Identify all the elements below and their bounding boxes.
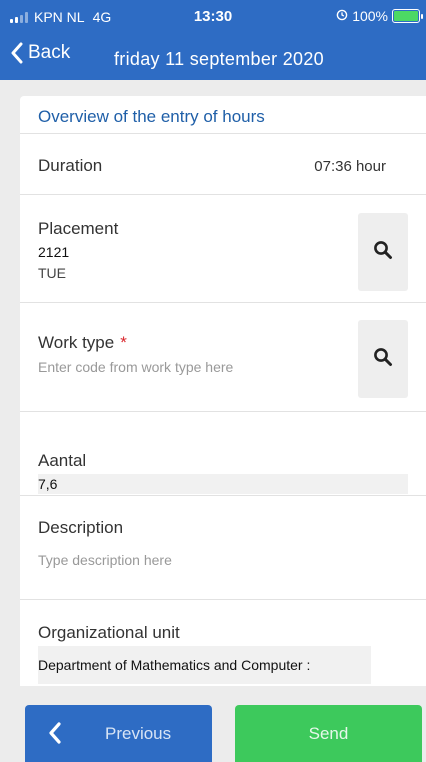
battery-percent: 100% [352, 8, 388, 24]
duration-row: Duration 07:36 hour [20, 134, 426, 195]
placement-search-button[interactable] [358, 213, 408, 291]
previous-button[interactable]: Previous [25, 705, 212, 762]
battery-icon [392, 9, 423, 23]
work-type-row: Work type * Enter code from work type her… [20, 303, 426, 412]
placement-row: Placement 2121 TUE [20, 195, 426, 303]
description-row: Description Type description here [20, 496, 426, 600]
previous-button-label: Previous [105, 724, 172, 743]
previous-chevron-icon [47, 721, 63, 750]
card-title: Overview of the entry of hours [20, 96, 426, 134]
search-icon [373, 240, 393, 265]
description-label: Description [38, 518, 124, 537]
placement-name: TUE [38, 265, 66, 281]
alarm-icon [336, 8, 348, 24]
send-button-label: Send [308, 724, 349, 743]
required-mark: * [120, 333, 127, 352]
work-type-label-text: Work type [38, 333, 115, 352]
duration-value: 07:36 hour [314, 158, 386, 175]
back-label: Back [28, 42, 71, 63]
org-unit-label: Organizational unit [38, 623, 180, 642]
placement-code: 2121 [38, 244, 70, 260]
work-type-search-button[interactable] [358, 320, 408, 398]
back-button[interactable]: Back [10, 42, 70, 64]
back-chevron-icon [10, 42, 24, 64]
aantal-label: Aantal [38, 451, 87, 470]
send-button[interactable]: Send [235, 705, 422, 762]
hours-entry-card: Overview of the entry of hours Duration … [20, 96, 426, 686]
work-type-label: Work type * [38, 333, 127, 353]
page-title: friday 11 september 2020 [114, 49, 324, 69]
nav-bar: Back friday 11 september 2020 [0, 32, 426, 80]
status-right: 100% [336, 8, 423, 24]
status-bar: KPN NL 4G 13:30 100% [0, 0, 426, 32]
org-unit-field[interactable]: Department of Mathematics and Computer : [38, 646, 371, 684]
org-unit-row: Organizational unit Department of Mathem… [20, 600, 426, 686]
placement-label: Placement [38, 219, 119, 238]
duration-label: Duration [38, 156, 103, 175]
aantal-row: Aantal 7,6 [20, 412, 426, 496]
search-icon [373, 347, 393, 372]
work-type-input[interactable]: Enter code from work type here [38, 359, 233, 375]
description-input[interactable]: Type description here [38, 552, 172, 568]
bottom-bar: Previous Send [0, 686, 426, 762]
app-header: KPN NL 4G 13:30 100% Back friday 11 sept… [0, 0, 426, 80]
aantal-field[interactable]: 7,6 [38, 474, 408, 494]
